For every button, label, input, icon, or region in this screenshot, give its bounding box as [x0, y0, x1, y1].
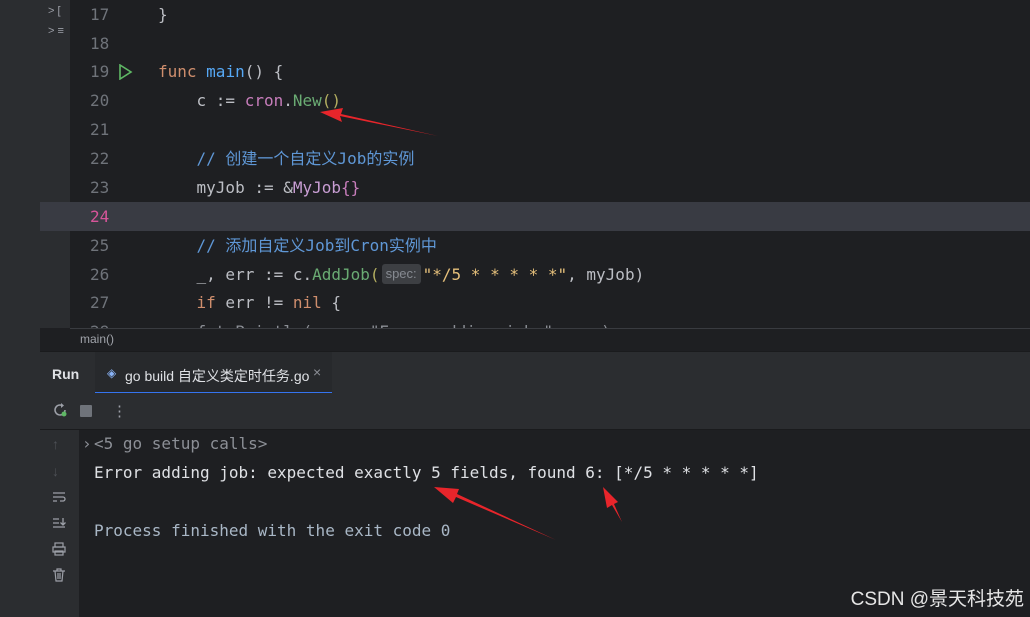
- line-number: 27: [90, 293, 110, 312]
- code-comment: // 添加自定义Job到Cron实例中: [196, 236, 437, 255]
- code-line[interactable]: 25 // 添加自定义Job到Cron实例中: [40, 231, 1030, 260]
- console-exit-line: Process finished with the exit code 0: [94, 521, 451, 540]
- expand-icon[interactable]: ›: [82, 434, 92, 453]
- console-error-line: Error adding job: expected exactly 5 fie…: [94, 463, 759, 482]
- line-number: 18: [90, 34, 110, 53]
- code-text: myJob := &: [196, 178, 293, 197]
- keyword: if: [196, 293, 216, 312]
- stop-icon[interactable]: [80, 404, 92, 421]
- code-text: (): [321, 91, 342, 110]
- code-line[interactable]: 22 // 创建一个自定义Job的实例: [40, 144, 1030, 173]
- go-file-icon: ◈: [107, 366, 117, 380]
- run-toolbar: ⋮: [40, 393, 1030, 430]
- code-line[interactable]: 27 if err != nil {: [40, 288, 1030, 317]
- breadcrumb-item[interactable]: main(): [80, 332, 114, 346]
- parameter-hint: spec:: [381, 264, 421, 284]
- print-icon[interactable]: [52, 542, 66, 559]
- code-line[interactable]: 18: [40, 29, 1030, 58]
- line-number: 24: [90, 207, 110, 226]
- keyword: nil: [292, 293, 322, 312]
- string-literal: "*/5 * * * * *": [422, 265, 568, 284]
- run-config-tab[interactable]: ◈ go build 自定义类定时任务.go ×: [95, 352, 332, 394]
- code-text: {}: [341, 178, 361, 197]
- code-line[interactable]: 20 c := cron.New(): [40, 86, 1030, 115]
- console-setup-line[interactable]: <5 go setup calls>: [94, 434, 267, 453]
- trash-icon[interactable]: [52, 568, 66, 585]
- more-options-icon[interactable]: ⋮: [112, 402, 127, 420]
- function-name: main: [206, 62, 245, 81]
- breadcrumb[interactable]: main(): [70, 328, 1030, 351]
- line-number: 26: [90, 265, 110, 284]
- code-text: .: [283, 91, 293, 110]
- tool-window-strip: [0, 0, 41, 617]
- type-name: MyJob: [292, 178, 342, 197]
- code-text: {: [321, 293, 342, 312]
- keyword: func: [158, 62, 197, 81]
- line-number: 21: [90, 120, 110, 139]
- line-number: 17: [90, 5, 110, 24]
- code-text: _, err := c.: [196, 265, 313, 284]
- package-name: cron: [244, 91, 284, 110]
- code-text: fmt.Println( "Error adding job:", err): [158, 317, 611, 328]
- line-number: 25: [90, 236, 110, 255]
- code-line[interactable]: 21: [40, 115, 1030, 144]
- run-panel-title: Run: [52, 366, 80, 382]
- code-line[interactable]: 26 _, err := c.AddJob(spec: "*/5 * * * * …: [40, 260, 1030, 289]
- code-line[interactable]: 28 fmt.Println( "Error adding job:", err…: [40, 317, 1030, 328]
- code-text: , myJob): [567, 265, 645, 284]
- arrow-down-icon[interactable]: ↓: [52, 463, 59, 479]
- run-panel-header: Run ◈ go build 自定义类定时任务.go ×: [40, 351, 1030, 394]
- line-number: 23: [90, 178, 110, 197]
- line-number: 20: [90, 91, 110, 110]
- close-icon[interactable]: ×: [313, 364, 321, 380]
- code-text: err !=: [215, 293, 293, 312]
- code-text: () {: [244, 62, 284, 81]
- method-call: AddJob: [312, 265, 370, 284]
- rerun-icon[interactable]: [52, 402, 68, 422]
- code-editor[interactable]: > [ > ≡ 17 } 18 19 func main() { 20 c :=…: [40, 0, 1030, 328]
- code-text: (: [369, 265, 380, 284]
- line-number: 19: [90, 62, 110, 81]
- line-number: 22: [90, 149, 110, 168]
- console-side-toolbar: ↑ ↓: [40, 430, 79, 617]
- run-tab-label: go build 自定义类定时任务.go: [125, 368, 310, 384]
- code-line-current[interactable]: 24: [40, 202, 1030, 231]
- scroll-to-end-icon[interactable]: [52, 516, 66, 533]
- code-text: }: [158, 5, 168, 24]
- soft-wrap-icon[interactable]: [52, 490, 66, 507]
- watermark: CSDN @景天科技苑: [850, 589, 1024, 610]
- arrow-up-icon[interactable]: ↑: [52, 436, 59, 452]
- method-call: New: [292, 91, 322, 110]
- code-line[interactable]: 23 myJob := &MyJob{}: [40, 173, 1030, 202]
- code-comment: // 创建一个自定义Job的实例: [196, 149, 415, 168]
- code-text: c :=: [196, 91, 245, 110]
- line-number: 28: [70, 317, 150, 328]
- code-line[interactable]: 19 func main() {: [40, 57, 1030, 86]
- code-line[interactable]: 17 }: [40, 0, 1030, 29]
